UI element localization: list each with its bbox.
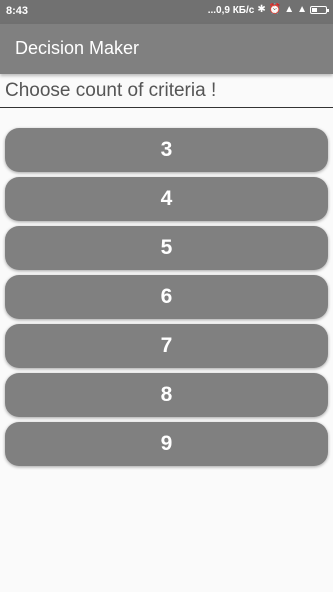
alarm-icon: ⏰ — [268, 4, 282, 15]
count-button-5[interactable]: 5 — [5, 226, 328, 270]
status-indicators: ...0,9 КБ/с ✱ ⏰ ▲ ▲ — [207, 4, 329, 16]
signal-icon: ▲ — [297, 4, 307, 15]
app-bar: Decision Maker — [0, 24, 333, 74]
battery-icon — [310, 6, 329, 14]
count-button-7[interactable]: 7 — [5, 324, 328, 368]
app-title: Decision Maker — [15, 38, 140, 58]
bluetooth-icon: ✱ — [257, 4, 266, 15]
status-bar: 8:43 ...0,9 КБ/с ✱ ⏰ ▲ ▲ — [0, 0, 333, 24]
count-button-9[interactable]: 9 — [5, 422, 328, 466]
count-button-4[interactable]: 4 — [5, 177, 328, 221]
criteria-count-list: 3 4 5 6 7 8 9 — [5, 128, 328, 471]
signal-icon: ▲ — [284, 4, 295, 15]
count-button-3[interactable]: 3 — [5, 128, 328, 172]
network-speed: ...0,9 КБ/с — [207, 4, 255, 16]
count-button-8[interactable]: 8 — [5, 373, 328, 417]
prompt-text: Choose count of criteria ! — [5, 80, 217, 101]
count-button-6[interactable]: 6 — [5, 275, 328, 319]
divider — [0, 107, 333, 108]
status-time: 8:43 — [6, 5, 29, 17]
